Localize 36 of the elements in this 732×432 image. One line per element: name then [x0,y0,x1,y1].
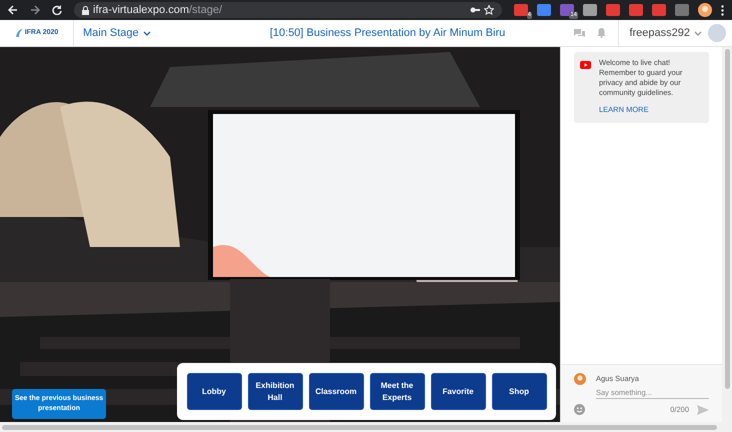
video-play-icon [580,61,591,69]
nav-button[interactable]: Meet the Experts [370,373,424,410]
scrollbar-thumb[interactable] [724,49,730,389]
bell-icon[interactable] [597,28,606,38]
nav-button[interactable]: Favorite [430,373,486,410]
stage-dropdown[interactable]: Main Stage [83,24,151,42]
reload-icon[interactable] [52,5,62,15]
back-icon[interactable] [8,5,18,15]
nav-button[interactable]: Lobby [186,373,242,410]
url-text: ifra-virtualexpo.com/stage/ [93,2,222,18]
extension-icon[interactable] [675,4,689,16]
extension-icon[interactable] [606,4,620,16]
chat-icon[interactable] [574,28,586,38]
nav-button[interactable]: Classroom [308,373,364,410]
nav-button[interactable]: Shop [492,373,546,410]
chevron-down-icon [142,30,151,36]
session-title: [10:50] Business Presentation by Air Minum Biru [268,26,506,41]
avatar-icon [574,373,586,385]
extension-icon[interactable] [583,4,597,16]
menu-icon[interactable] [721,4,724,16]
lock-icon [82,6,89,14]
chevron-down-icon [694,30,702,36]
emoji-icon[interactable] [574,404,585,416]
key-icon[interactable] [470,6,480,14]
avatar-icon[interactable] [698,3,712,17]
extension-icon[interactable] [537,4,551,16]
swoosh-icon [14,28,23,38]
user-menu[interactable]: freepass292 [618,20,702,46]
nav-button[interactable]: Exhibition Hall [248,373,302,410]
extension-icon[interactable] [629,4,643,16]
star-icon[interactable] [484,5,494,15]
address-bar[interactable]: ifra-virtualexpo.com/stage/ [74,2,502,18]
extension-icon[interactable] [652,4,666,16]
send-icon[interactable] [697,404,709,415]
forward-icon[interactable] [30,5,40,15]
scrollbar-thumb[interactable] [2,424,717,430]
